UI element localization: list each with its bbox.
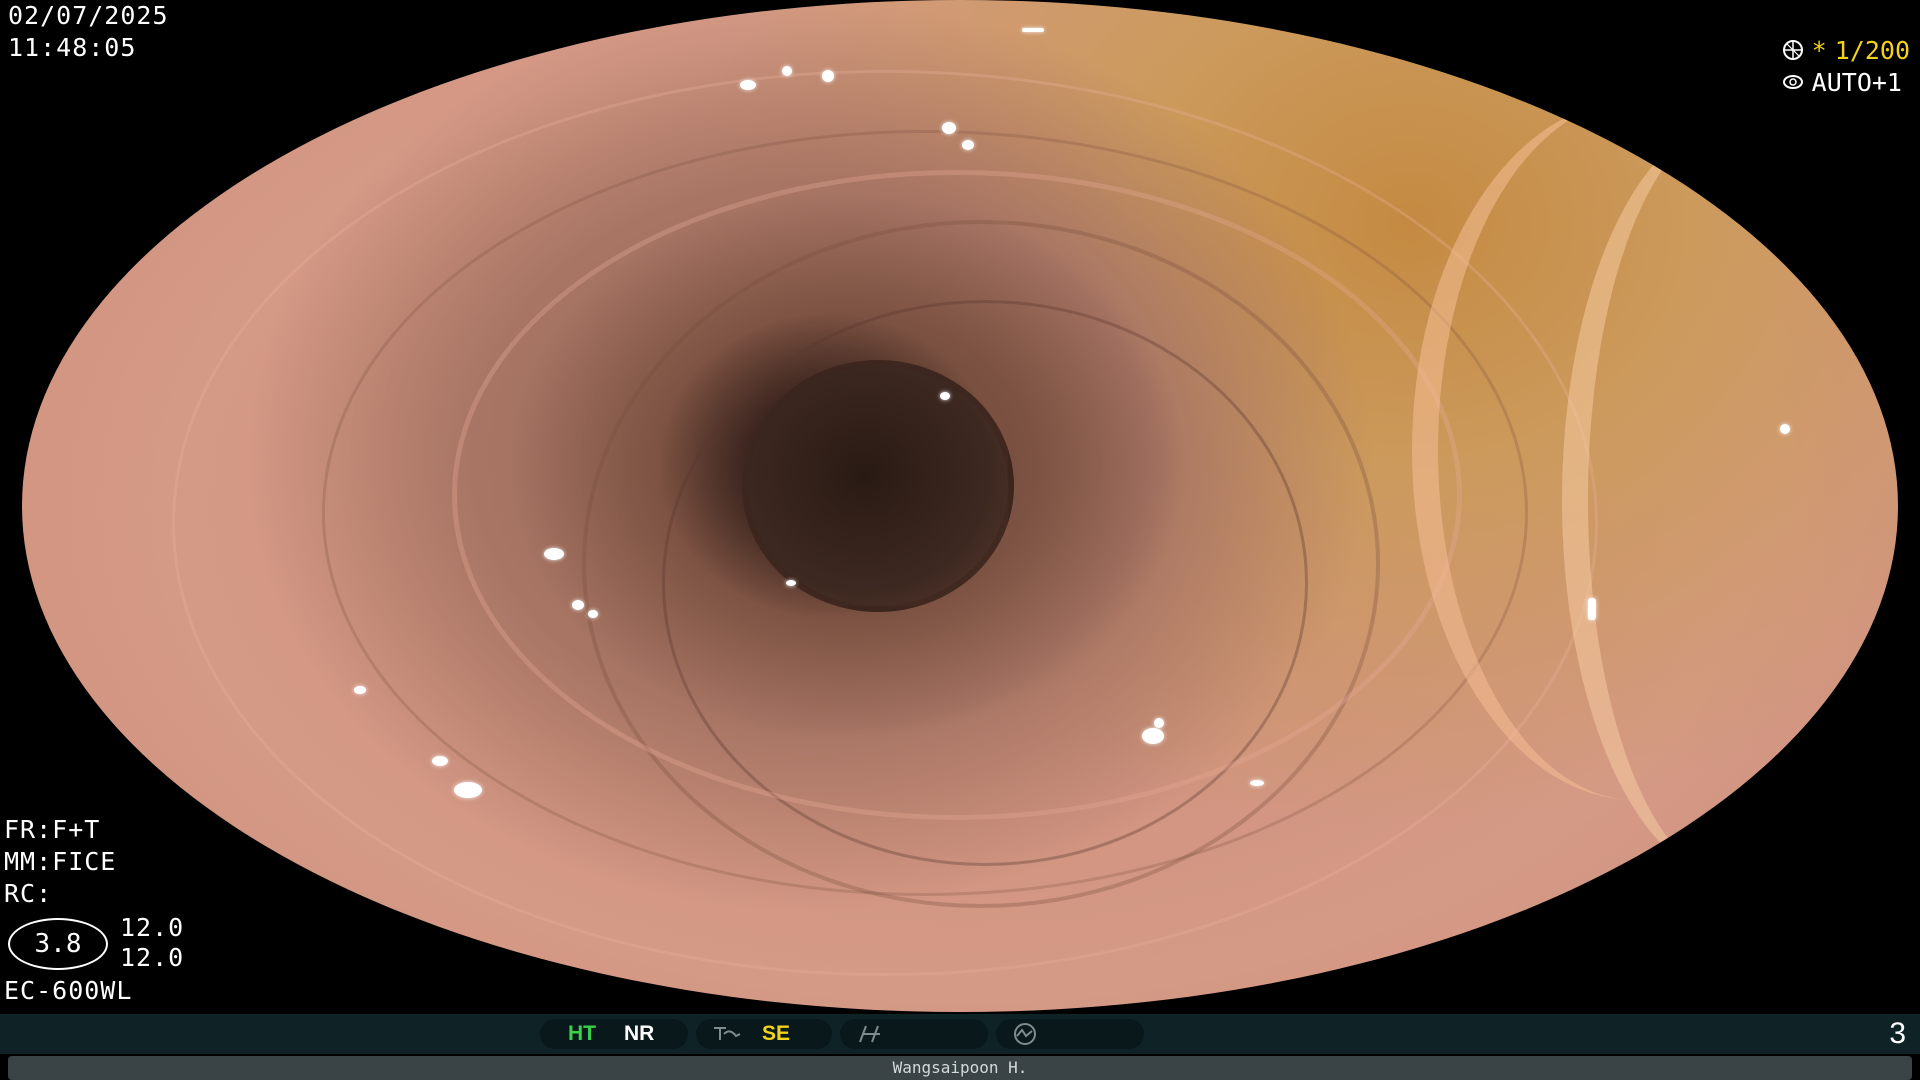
page-number: 3 [1889, 1017, 1906, 1050]
exam-date: 02/07/2025 [8, 1, 169, 30]
iris-row: AUTO+1 [1782, 66, 1910, 98]
color-curve-icon [856, 1024, 886, 1044]
operator-name: Wangsaipoon H. [8, 1056, 1912, 1080]
structure-enhance-icon [712, 1024, 742, 1044]
ht-label[interactable]: HT [568, 1022, 596, 1046]
endoscopic-image [22, 0, 1898, 1012]
exam-time: 11:48:05 [8, 33, 137, 62]
shutter-star: * [1811, 35, 1827, 65]
value-top: 12.0 [120, 913, 185, 942]
endoscopy-display: 02/07/2025 11:48:05 * 1/200 AUTO+1 FR:F+… [0, 0, 1920, 1080]
gain-value: 3.8 [8, 918, 108, 970]
rc-setting: RC: [4, 879, 53, 908]
iris-eye-icon [1782, 71, 1804, 93]
mode-gauge-pill[interactable] [996, 1019, 1144, 1049]
structure-enhance-pill[interactable]: SE [696, 1019, 832, 1049]
exposure-panel: * 1/200 AUTO+1 [1782, 34, 1910, 98]
shutter-row: * 1/200 [1782, 34, 1910, 66]
status-bar: HT NR SE 3 [0, 1014, 1920, 1054]
nr-label[interactable]: NR [624, 1022, 654, 1046]
frame-setting: FR:F+T [4, 815, 101, 844]
mode-gauge-icon [1010, 1022, 1040, 1046]
mode-setting: MM:FICE [4, 847, 117, 876]
scope-model: EC-600WL [4, 976, 133, 1005]
color-curve-pill[interactable] [840, 1019, 988, 1049]
iris-value: AUTO+1 [1811, 67, 1902, 97]
shutter-aperture-icon [1782, 39, 1804, 61]
ht-nr-pill[interactable]: HT NR [540, 1019, 688, 1049]
shutter-value: 1/200 [1834, 35, 1910, 65]
value-bottom: 12.0 [120, 943, 185, 972]
se-label[interactable]: SE [762, 1022, 790, 1046]
